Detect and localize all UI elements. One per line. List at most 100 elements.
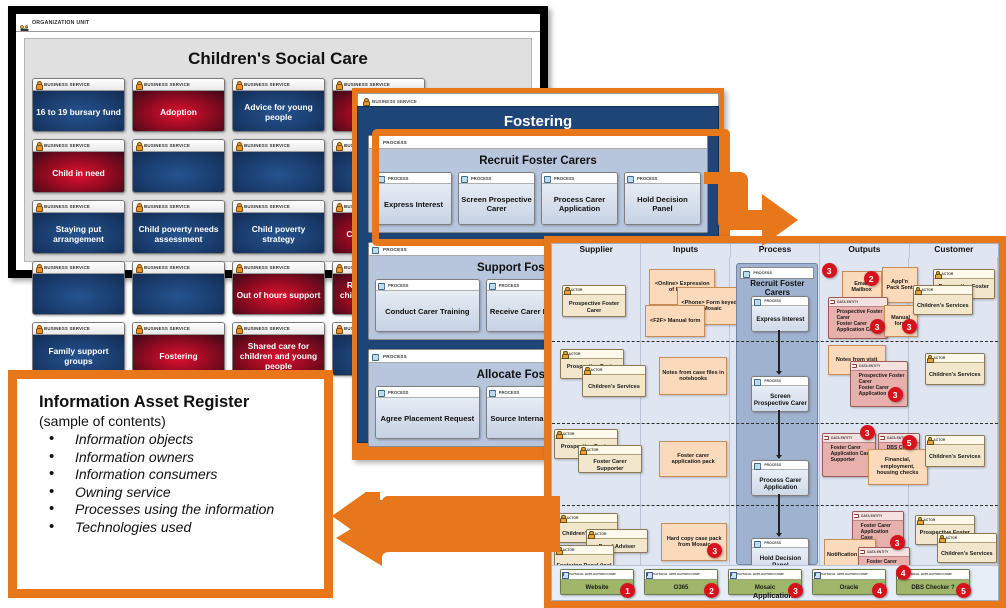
- business-service-icon: [35, 203, 44, 212]
- sipoc-column-header: Process: [731, 244, 821, 257]
- process-step[interactable]: PROCESS Agree Placement Request: [375, 386, 480, 439]
- actor-icon: [927, 355, 934, 363]
- note-node[interactable]: Notes from case files in notebooks: [659, 357, 728, 395]
- actor-type-label: ACTOR: [570, 288, 583, 292]
- card-header: BUSINESS SERVICE: [133, 79, 224, 91]
- card-type-label: BUSINESS SERVICE: [44, 326, 91, 331]
- business-service-name: Child in need: [33, 152, 124, 192]
- actor-header: ACTOR: [587, 530, 647, 539]
- actor-node[interactable]: ACTOR Children's Services: [912, 285, 973, 315]
- business-service-card[interactable]: BUSINESS SERVICE Adoption: [132, 78, 225, 132]
- actor-header: ACTOR: [561, 350, 623, 359]
- card-header: BUSINESS SERVICE: [233, 323, 324, 335]
- iar-item: Information consumers: [47, 465, 324, 484]
- actor-header: ACTOR: [555, 546, 613, 555]
- business-service-icon: [35, 81, 44, 90]
- actor-node[interactable]: ACTOR Foster Carer Supporter: [578, 445, 642, 473]
- sipoc-column-headers: Supplier Inputs Process Outputs Customer: [552, 244, 998, 257]
- process-step-name: Conduct Carer Training: [376, 291, 479, 331]
- business-service-card[interactable]: BUSINESS SERVICE Staying put arrangement: [32, 200, 125, 254]
- business-service-card[interactable]: BUSINESS SERVICE: [232, 139, 325, 193]
- data-entity-icon: [823, 435, 830, 441]
- app-reference-badge: 3: [869, 319, 885, 334]
- sipoc-column-customer: ACTORProspective Foster CarerACTORChildr…: [909, 257, 999, 566]
- business-service-icon: [235, 81, 244, 90]
- business-service-card[interactable]: BUSINESS SERVICE Advice for young people: [232, 78, 325, 132]
- process-step[interactable]: PROCESS Conduct Carer Training: [375, 279, 480, 332]
- business-service-card[interactable]: BUSINESS SERVICE Child poverty needs asse…: [132, 200, 225, 254]
- business-service-card[interactable]: BUSINESS SERVICE Child poverty strategy: [232, 200, 325, 254]
- process-lane-header: PROCESS: [740, 267, 815, 279]
- card-header: BUSINESS SERVICE: [233, 140, 324, 152]
- application-header: PHYSICAL APPLICATION COMP: [813, 570, 885, 580]
- app-reference-badge: 3: [887, 387, 903, 402]
- note-node[interactable]: <F2F> Manual form: [645, 305, 706, 337]
- business-service-icon: [335, 203, 344, 212]
- process-icon: [754, 462, 762, 470]
- data-entity-type-label: DATA ENTITY: [861, 514, 883, 518]
- business-service-card[interactable]: BUSINESS SERVICE: [132, 261, 225, 315]
- process-lane-title: Recruit Foster Carers: [750, 279, 805, 297]
- flow-connector: [778, 330, 780, 371]
- card-type-label: BUSINESS SERVICE: [44, 82, 91, 87]
- business-service-name: Child poverty needs assessment: [133, 213, 224, 253]
- actor-type-label: ACTOR: [923, 518, 936, 522]
- data-entity-icon: [853, 513, 860, 519]
- business-service-name: [133, 152, 224, 192]
- business-service-card[interactable]: BUSINESS SERVICE Family support groups: [32, 322, 125, 376]
- business-service-card[interactable]: BUSINESS SERVICE 16 to 19 bursary fund: [32, 78, 125, 132]
- actor-name: Children's Services: [928, 372, 981, 379]
- actor-type-label: ACTOR: [921, 288, 934, 292]
- actor-node[interactable]: ACTOR Children's Services: [936, 533, 997, 563]
- business-service-card[interactable]: BUSINESS SERVICE: [32, 261, 125, 315]
- actor-node[interactable]: ACTOR Children's Services: [924, 353, 985, 385]
- process-icon: [372, 246, 380, 254]
- actor-node[interactable]: ACTOR Children's Services: [582, 365, 646, 397]
- actor-icon: [927, 437, 934, 445]
- app-reference-badge: 2: [704, 583, 719, 598]
- data-entity-icon: [879, 435, 886, 441]
- iar-subtitle: (sample of contents): [39, 413, 166, 429]
- business-service-card[interactable]: BUSINESS SERVICE Child in need: [32, 139, 125, 193]
- card-type-label: BUSINESS SERVICE: [144, 326, 191, 331]
- data-entity-type-label: DATA ENTITY: [859, 364, 881, 368]
- process-type-label: PROCESS: [388, 389, 409, 395]
- application-type-label: PHYSICAL APPLICATION COMP: [820, 571, 868, 576]
- actor-header: ACTOR: [563, 286, 625, 295]
- business-service-icon: [335, 81, 344, 90]
- business-service-card[interactable]: BUSINESS SERVICE: [132, 139, 225, 193]
- process-step-header: PROCESS: [752, 461, 809, 470]
- sipoc-column-header: Supplier: [552, 244, 642, 257]
- fostering-type-label: BUSINESS SERVICE: [372, 98, 417, 104]
- note-node[interactable]: Foster carer application pack: [659, 441, 728, 477]
- card-type-label: BUSINESS SERVICE: [44, 204, 91, 209]
- data-entity-type-label: DATA ENTITY: [831, 436, 853, 440]
- data-entity-item: Prospective Foster Carer: [859, 373, 905, 385]
- application-type-label: PHYSICAL APPLICATION COMP: [652, 571, 700, 576]
- business-service-name: [133, 274, 224, 314]
- business-service-icon: [235, 325, 244, 334]
- process-type-label: PROCESS: [498, 389, 520, 395]
- actor-name: Children's Services: [928, 454, 981, 461]
- process-type-label: PROCESS: [764, 541, 781, 545]
- actor-header: ACTOR: [915, 516, 974, 525]
- business-service-icon: [135, 81, 144, 90]
- process-step[interactable]: PROCESS Screen Prospective Carer: [751, 376, 810, 412]
- actor-node[interactable]: ACTOR Prospective Foster Carer: [562, 285, 626, 317]
- card-header: BUSINESS SERVICE: [233, 79, 324, 91]
- iar-item: Information objects: [47, 430, 324, 449]
- business-service-card[interactable]: BUSINESS SERVICE Out of hours support: [232, 261, 325, 315]
- sipoc-column-inputs: <Online> Expression of Interest<Phone> F…: [641, 257, 742, 566]
- card-type-label: BUSINESS SERVICE: [44, 265, 91, 270]
- process-step[interactable]: PROCESS Express Interest: [751, 296, 810, 332]
- business-service-card[interactable]: BUSINESS SERVICE Shared care for children…: [232, 322, 325, 376]
- process-step[interactable]: PROCESS Process Carer Application: [751, 460, 810, 496]
- sipoc-row-divider: [552, 423, 998, 424]
- actor-node[interactable]: ACTOR Children's Services: [924, 435, 985, 467]
- iar-item: Processes using the information: [47, 500, 324, 519]
- information-asset-register-box: Information Asset Register (sample of co…: [8, 370, 333, 598]
- app-reference-badge: 5: [901, 435, 917, 450]
- business-service-card[interactable]: BUSINESS SERVICE Fostering: [132, 322, 225, 376]
- process-type-label: PROCESS: [764, 299, 781, 303]
- data-entity-header: DATA ENTITY: [828, 298, 887, 307]
